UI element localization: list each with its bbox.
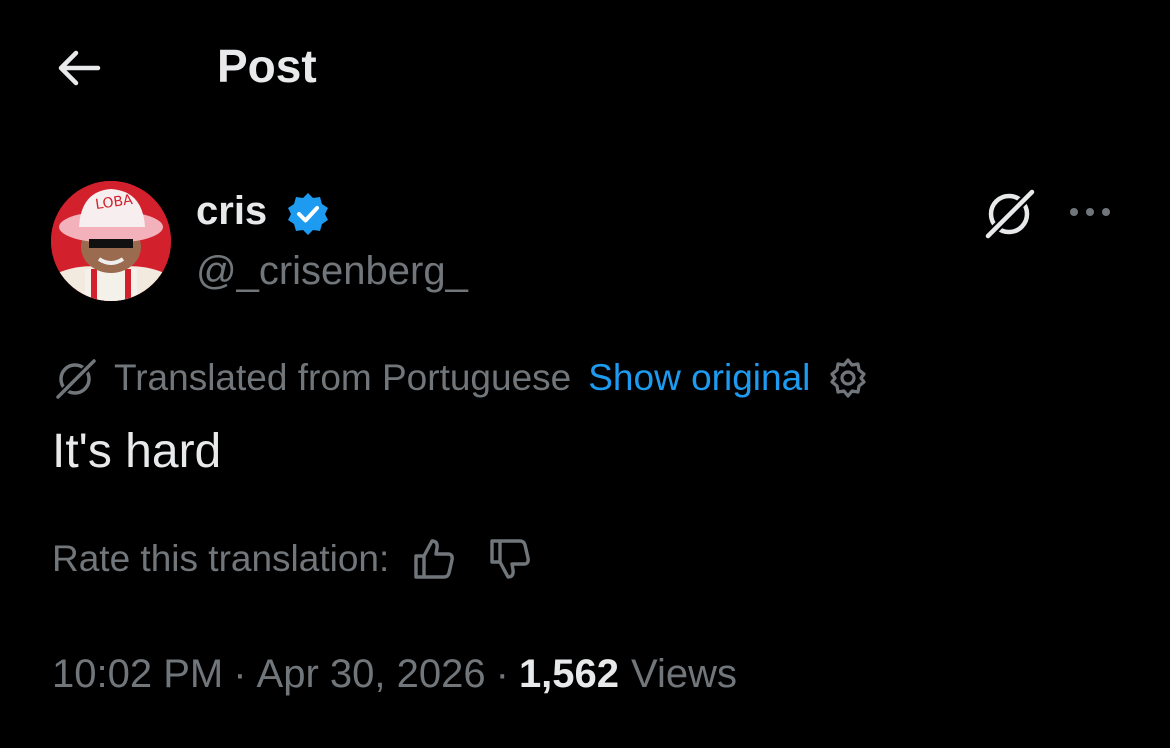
rate-translation-label: Rate this translation: (52, 538, 390, 579)
author-display-name[interactable]: cris (196, 187, 267, 235)
arrow-left-icon (58, 50, 101, 86)
avatar-illustration: LOBA (51, 181, 171, 301)
translation-bar: Translated from Portuguese Show original (52, 354, 870, 402)
meta-separator: · (495, 651, 509, 696)
show-original-link[interactable]: Show original (588, 357, 810, 399)
verified-badge-icon (284, 190, 332, 238)
meta-separator: · (233, 651, 247, 696)
post-time[interactable]: 10:02 PM (52, 652, 223, 697)
grok-translate-icon (53, 356, 98, 401)
author-handle[interactable]: @_crisenberg_ (196, 247, 468, 295)
back-button[interactable] (52, 44, 104, 92)
post-text: It's hard (52, 425, 222, 478)
translation-label: Translated from Portuguese (114, 357, 572, 398)
post-meta: 10:02 PM · Apr 30, 2026 · 1,562 Views (52, 648, 737, 700)
views-count[interactable]: 1,562 (519, 652, 619, 697)
views-label: Views (631, 651, 738, 696)
thumbs-down-icon[interactable] (487, 536, 533, 582)
page-title: Post (217, 40, 317, 92)
more-options-button[interactable] (1066, 190, 1114, 234)
grok-icon (982, 186, 1038, 242)
gear-icon[interactable] (826, 356, 870, 400)
rate-translation-row: Rate this translation: (52, 534, 533, 584)
post-date[interactable]: Apr 30, 2026 (257, 652, 486, 697)
avatar[interactable]: LOBA (51, 181, 171, 301)
thumbs-up-icon[interactable] (411, 536, 457, 582)
more-horizontal-icon (1070, 208, 1110, 216)
grok-button[interactable] (980, 184, 1038, 242)
